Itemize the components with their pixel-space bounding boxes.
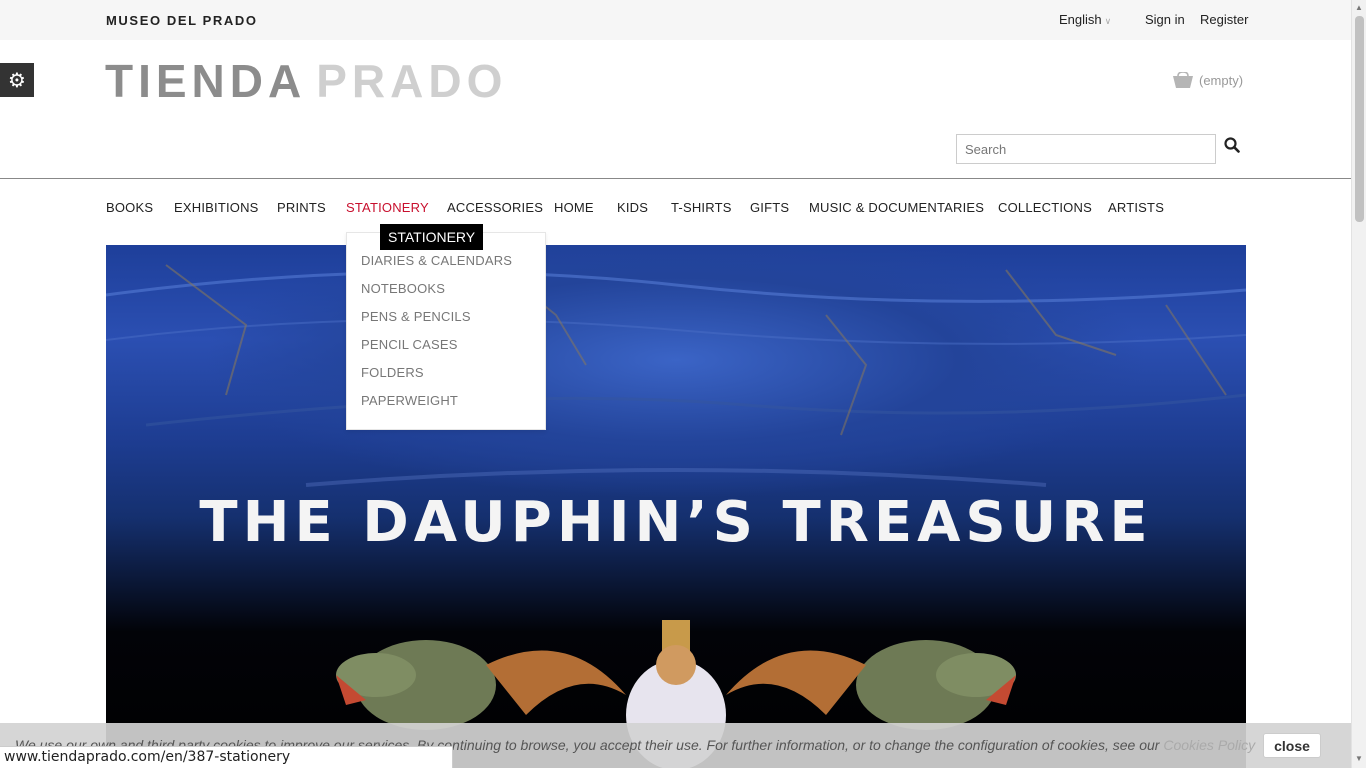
nav-item-gifts[interactable]: GIFTS xyxy=(750,200,789,215)
search-input[interactable] xyxy=(956,134,1216,164)
sign-in-link[interactable]: Sign in xyxy=(1145,12,1185,27)
nav-item-music-documentaries[interactable]: MUSIC & DOCUMENTARIES xyxy=(809,200,984,215)
browser-status-bar: www.tiendaprado.com/en/387-stationery xyxy=(0,746,453,768)
nav-item-artists[interactable]: ARTISTS xyxy=(1108,200,1164,215)
dropdown-item-diaries-calendars[interactable]: DIARIES & CALENDARS xyxy=(361,253,512,268)
language-selector[interactable]: English ∨ xyxy=(1059,12,1111,27)
dropdown-item-paperweight[interactable]: PAPERWEIGHT xyxy=(361,393,458,408)
cart-link[interactable]: (empty) xyxy=(1173,72,1243,89)
search-button[interactable] xyxy=(1222,136,1242,156)
scroll-down-arrow-icon[interactable]: ▼ xyxy=(1355,754,1363,763)
stationery-dropdown-menu: DIARIES & CALENDARS NOTEBOOKS PENS & PEN… xyxy=(346,232,546,430)
search-icon xyxy=(1224,136,1240,153)
nav-item-prints[interactable]: PRINTS xyxy=(277,200,326,215)
page-scrollbar[interactable]: ▲ ▼ xyxy=(1351,0,1366,768)
tienda-prado-logo[interactable]: TIENDA PRADO xyxy=(105,58,507,104)
cart-status: (empty) xyxy=(1199,73,1244,88)
dropdown-item-pencil-cases[interactable]: PENCIL CASES xyxy=(361,337,458,352)
scrollbar-thumb[interactable] xyxy=(1355,16,1364,222)
language-label: English xyxy=(1059,12,1102,27)
stationery-tooltip: STATIONERY xyxy=(380,224,484,250)
gear-icon: ⚙ xyxy=(8,69,26,92)
scroll-up-arrow-icon[interactable]: ▲ xyxy=(1355,3,1363,12)
top-bar: MUSEO DEL PRADO English ∨ Sign in Registe… xyxy=(0,0,1351,40)
nav-item-exhibitions[interactable]: EXHIBITIONS xyxy=(174,200,259,215)
cart-icon xyxy=(1173,72,1193,88)
hero-banner[interactable]: THE DAUPHIN’S TREASURE xyxy=(106,245,1246,768)
cookies-policy-link[interactable]: Cookies Policy xyxy=(1163,737,1255,753)
nav-item-stationery[interactable]: STATIONERY xyxy=(346,200,429,215)
cookie-close-button[interactable]: close xyxy=(1263,733,1321,758)
chevron-down-icon: ∨ xyxy=(1104,16,1112,26)
hero-title: THE DAUPHIN’S TREASURE xyxy=(199,490,1153,555)
nav-item-kids[interactable]: KIDS xyxy=(617,200,648,215)
register-link[interactable]: Register xyxy=(1200,12,1248,27)
dropdown-item-folders[interactable]: FOLDERS xyxy=(361,365,424,380)
dropdown-item-pens-pencils[interactable]: PENS & PENCILS xyxy=(361,309,471,324)
settings-button[interactable]: ⚙ xyxy=(0,63,34,97)
nav-item-collections[interactable]: COLLECTIONS xyxy=(998,200,1092,215)
nav-item-accessories[interactable]: ACCESSORIES xyxy=(447,200,543,215)
nav-item-home[interactable]: HOME xyxy=(554,200,594,215)
nav-item-t-shirts[interactable]: T-SHIRTS xyxy=(671,200,732,215)
museum-brand-link[interactable]: MUSEO DEL PRADO xyxy=(106,13,258,28)
logo-word-prado: PRADO xyxy=(316,55,508,107)
logo-word-tienda: TIENDA xyxy=(105,55,307,107)
dropdown-item-notebooks[interactable]: NOTEBOOKS xyxy=(361,281,445,296)
nav-item-books[interactable]: BOOKS xyxy=(106,200,153,215)
main-navigation: BOOKS EXHIBITIONS PRINTS STATIONERY ACCE… xyxy=(0,200,1351,220)
header-divider xyxy=(0,178,1351,179)
